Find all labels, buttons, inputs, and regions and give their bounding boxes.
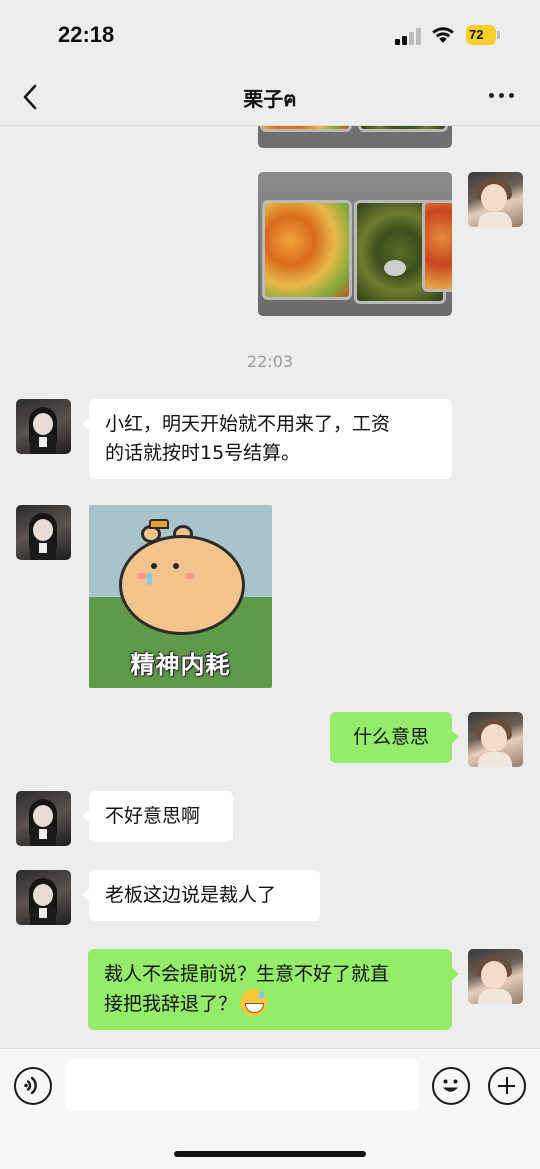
status-time: 22:18 xyxy=(58,22,115,47)
message-text: 老板这边说是裁人了 xyxy=(105,884,277,906)
message-bubble[interactable]: 裁人不会提前说？生意不好了就直 接把我辞退了？ xyxy=(88,949,459,1030)
home-indicator xyxy=(174,1151,366,1157)
battery-icon: 72 xyxy=(466,25,500,45)
my-avatar[interactable] xyxy=(468,712,523,767)
my-avatar[interactable] xyxy=(468,949,523,1004)
message-bubble[interactable]: 不好意思啊 xyxy=(82,791,233,842)
message-input[interactable] xyxy=(66,1059,418,1111)
food-photo-partial[interactable] xyxy=(258,126,452,148)
status-bar: 22:18 72 xyxy=(0,0,540,70)
emoji-icon[interactable] xyxy=(432,1067,470,1105)
chat-title: 栗子ฅ xyxy=(243,87,297,111)
message-timestamp: 22:03 xyxy=(246,352,294,371)
nav-bar: 栗子ฅ xyxy=(0,70,540,126)
message-bubble[interactable]: 什么意思 xyxy=(330,712,459,763)
message-text: 不好意思啊 xyxy=(105,805,201,827)
contact-avatar[interactable] xyxy=(16,399,71,454)
message-text-line: 的话就按时15号结算。 xyxy=(105,442,301,464)
voice-icon[interactable] xyxy=(14,1067,52,1105)
contact-avatar[interactable] xyxy=(16,505,71,560)
more-dots-icon[interactable] xyxy=(486,90,518,104)
cellular-signal-icon xyxy=(395,28,423,45)
plus-icon[interactable] xyxy=(488,1067,526,1105)
message-text-line: 小红，明天开始就不用来了，工资 xyxy=(105,413,391,435)
food-photo[interactable] xyxy=(258,172,452,316)
message-bubble[interactable]: 老板这边说是裁人了 xyxy=(82,870,320,921)
my-avatar[interactable] xyxy=(468,172,523,227)
sticker-caption: 精神内耗 xyxy=(130,651,231,679)
input-bar xyxy=(0,1048,540,1169)
chat-area[interactable]: 22:03 小红，明天开始就不用来了，工资 的话就按时15号结算。 精神内耗 什… xyxy=(0,126,540,1048)
message-text: 什么意思 xyxy=(352,726,429,748)
message-bubble[interactable]: 小红，明天开始就不用来了，工资 的话就按时15号结算。 xyxy=(82,399,452,479)
sweat-smile-emoji xyxy=(240,989,268,1016)
message-text-line: 裁人不会提前说？生意不好了就直 xyxy=(104,963,390,985)
sticker-image[interactable]: 精神内耗 xyxy=(89,505,272,688)
message-text-line: 接把我辞退了？ xyxy=(104,993,238,1015)
battery-level: 72 xyxy=(466,25,496,45)
wifi-icon xyxy=(432,27,454,43)
contact-avatar[interactable] xyxy=(16,791,71,846)
contact-avatar[interactable] xyxy=(16,870,71,925)
